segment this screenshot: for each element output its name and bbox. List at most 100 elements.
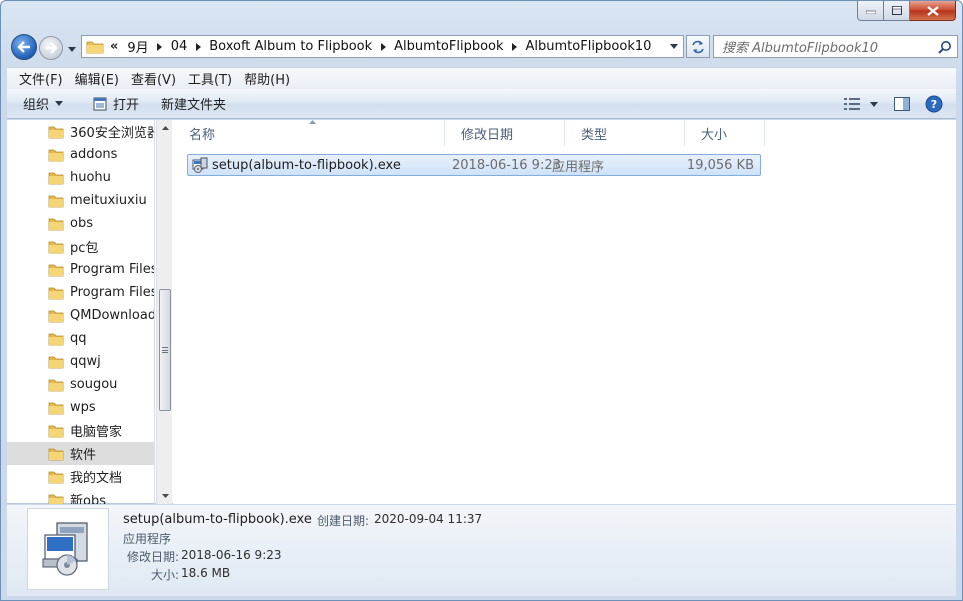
chevron-right-icon[interactable] [378,41,388,53]
explorer-window: « 9月 04 Boxoft Album to Flipbook Albumto… [0,0,963,601]
sidebar-folder-item[interactable]: wps [7,396,154,419]
breadcrumb-label: AlbumtoFlipbook [394,39,504,54]
address-dropdown[interactable] [665,36,683,57]
column-label: 类型 [581,127,608,143]
sidebar-folder-item[interactable]: Program Files [7,281,154,304]
change-view-button[interactable] [838,93,866,115]
sidebar-folder-item[interactable]: addons [7,143,154,166]
file-type: 应用程序 [552,159,605,175]
application-icon [93,97,107,110]
breadcrumb-albumtoflipbook10[interactable]: AlbumtoFlipbook10 [526,39,652,54]
view-options-dropdown[interactable] [866,93,882,115]
sidebar-folder-item[interactable]: 软件 [7,442,154,465]
column-header-size[interactable]: 大小 [685,120,765,146]
menu-view[interactable]: 查看(V) [125,69,182,88]
details-modified-value: 2018-06-16 9:23 [181,548,282,562]
organize-button[interactable]: 组织 [15,92,71,116]
column-label: 名称 [189,127,216,143]
sidebar-item-label: 新obs [70,494,106,504]
file-modified: 2018-06-16 9:23 [452,157,561,173]
sidebar-item-label: qq [70,331,87,346]
scroll-up-button[interactable] [157,120,173,136]
breadcrumb-albumtoflipbook[interactable]: AlbumtoFlipbook [394,39,519,54]
details-file-name: setup(album-to-flipbook).exe [123,512,312,527]
sidebar-folder-item[interactable]: 我的文档 [7,465,154,488]
recent-pages-dropdown[interactable] [66,44,78,54]
open-button[interactable]: 打开 [85,92,147,116]
search-icon[interactable] [938,40,952,54]
sidebar-folder-item[interactable]: qqwj [7,350,154,373]
breadcrumb-9yue[interactable]: 9月 [127,37,164,56]
details-size-value: 18.6 MB [181,566,231,580]
menu-file[interactable]: 文件(F) [13,69,69,88]
details-created-label: 创建日期: [317,514,370,528]
file-row-selected[interactable]: setup(album-to-flipbook).exe 2018-06-16 … [187,154,761,176]
menu-edit[interactable]: 编辑(E) [69,69,125,88]
content-area: 360安全浏览器 addons huohu meituxiuxiu obs pc包 Prog… [7,120,956,504]
sidebar-folder-item[interactable]: 电脑管家 [7,419,154,442]
file-size: 19,056 KB [686,157,754,173]
preview-pane-button[interactable] [888,93,916,115]
column-header-name[interactable]: 名称 [173,120,445,146]
close-button[interactable] [910,1,956,21]
sidebar-item-label: Program Files [70,262,155,277]
sidebar-folder-item[interactable]: pc包 [7,235,154,258]
sidebar-folder-item[interactable]: huohu [7,166,154,189]
help-button[interactable]: ? [920,93,948,115]
chevron-right-icon[interactable] [155,41,165,53]
column-headers: 名称 修改日期 类型 大小 [173,120,765,146]
details-file-type: 应用程序 [123,532,172,546]
sidebar-folder-item[interactable]: qq [7,327,154,350]
folder-icon [48,425,64,437]
new-folder-button[interactable]: 新建文件夹 [153,92,234,116]
breadcrumb-label: 9月 [127,41,149,56]
folder-icon [48,448,64,460]
chevron-right-icon[interactable] [510,41,520,53]
menu-tools[interactable]: 工具(T) [182,69,238,88]
sidebar-folder-item[interactable]: QMDownload [7,304,154,327]
sidebar-folder-item[interactable]: 360安全浏览器 [7,120,154,143]
refresh-button[interactable] [686,35,710,58]
command-bar: 组织 打开 新建文件夹 ? [7,89,956,119]
sidebar-folder-item[interactable]: Program Files [7,258,155,281]
folder-icon [48,333,64,345]
column-header-modified[interactable]: 修改日期 [445,120,565,146]
scroll-down-button[interactable] [157,488,173,504]
grip-icon [162,347,168,353]
preview-pane-icon [894,97,910,111]
organize-label: 组织 [23,98,50,113]
sidebar-folder-item[interactable]: obs [7,212,154,235]
search-input[interactable]: 搜索 AlbumtoFlipbook10 [713,35,958,58]
address-bar[interactable]: « 9月 04 Boxoft Album to Flipbook Albumto… [81,35,684,58]
arrow-left-icon [17,41,30,53]
arrow-right-icon [45,42,58,54]
chevron-down-icon [670,44,678,49]
folder-icon [48,218,64,230]
sidebar-folder-item[interactable]: meituxiuxiu [7,189,154,212]
folder-icon [48,356,64,368]
sidebar-item-label: sougou [70,377,118,392]
sidebar-folder-item[interactable]: 新obs [7,488,154,504]
folder-icon [48,264,64,276]
scrollbar-thumb[interactable] [159,289,171,411]
folder-icon [48,402,64,414]
navigation-pane[interactable]: 360安全浏览器 addons huohu meituxiuxiu obs pc包 Prog… [7,120,155,504]
folder-icon [48,494,64,504]
forward-button[interactable] [39,36,63,60]
sidebar-item-label: huohu [70,170,111,185]
minimize-button[interactable] [857,1,884,21]
sidebar-folder-item[interactable]: sougou [7,373,154,396]
sidebar-item-label: 我的文档 [70,471,123,486]
breadcrumb-boxoft[interactable]: Boxoft Album to Flipbook [209,39,388,54]
breadcrumb-04[interactable]: 04 [171,39,204,54]
chevron-right-icon[interactable] [193,41,203,53]
file-list[interactable]: 名称 修改日期 类型 大小 setup(album-to-flipbook).e… [173,120,956,504]
back-button[interactable] [11,34,37,60]
open-label: 打开 [113,98,140,113]
navigation-scrollbar[interactable] [156,120,172,504]
file-thumbnail [27,508,109,590]
menu-help[interactable]: 帮助(H) [238,69,296,88]
column-header-type[interactable]: 类型 [565,120,685,146]
maximize-button[interactable] [884,1,910,21]
hidden-crumbs-indicator[interactable]: « [110,39,118,54]
